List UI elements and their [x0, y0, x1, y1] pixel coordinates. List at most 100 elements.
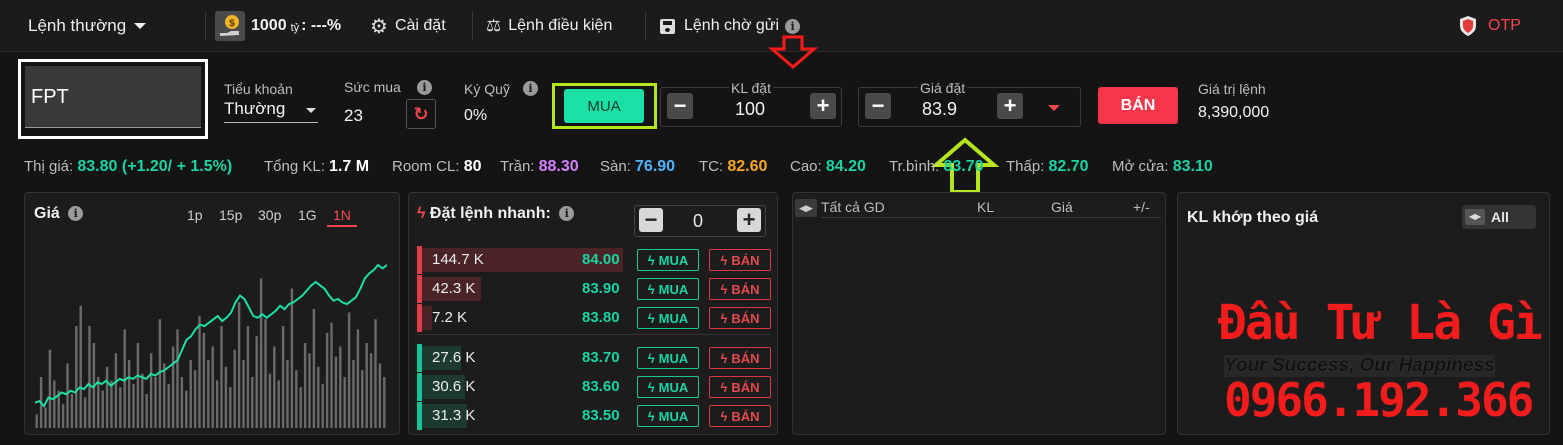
volume-bar: [277, 380, 280, 428]
volume-bar: [198, 315, 201, 428]
row-volume: 7.2 K: [432, 309, 468, 326]
shield-icon: [1458, 15, 1478, 37]
range-tab-30p[interactable]: 30p: [258, 207, 281, 223]
ask-row[interactable]: 42.3 K 83.90 ϟ MUA ϟ BÁN: [417, 275, 777, 303]
volume-bar: [268, 373, 272, 428]
margin-value: 0%: [464, 107, 488, 124]
volume-bar: [339, 346, 342, 428]
quick-buy-button[interactable]: ϟ MUA: [637, 405, 699, 427]
volume-bar: [281, 326, 285, 428]
volume-bar: [312, 309, 316, 428]
volume-bar: [61, 404, 65, 428]
volume-bar: [35, 414, 38, 428]
quick-buy-button[interactable]: ϟ MUA: [637, 307, 699, 329]
quick-buy-button[interactable]: ϟ MUA: [637, 249, 699, 271]
quick-sell-button[interactable]: ϟ BÁN: [709, 307, 771, 329]
volume-bar: [70, 394, 74, 428]
bid-row[interactable]: 31.3 K 83.50 ϟ MUA ϟ BÁN: [417, 402, 777, 430]
volume-bar: [167, 383, 170, 428]
conditional-order-button[interactable]: ⚖ Lệnh điều kiện: [486, 0, 612, 52]
refresh-button[interactable]: ↻: [406, 99, 436, 129]
price-decrease-button[interactable]: −: [865, 93, 891, 119]
volume-bar: [75, 326, 78, 428]
bid-row[interactable]: 30.6 K 83.60 ϟ MUA ϟ BÁN: [417, 373, 777, 401]
range-tab-15p[interactable]: 15p: [219, 207, 242, 223]
ticker-reference: TC: 82.60: [699, 158, 768, 175]
otp-label: OTP: [1488, 17, 1521, 34]
volume-bar: [273, 346, 276, 428]
volume-bar: [79, 305, 82, 428]
volume-bar: [101, 390, 104, 428]
quick-buy-button[interactable]: ϟ MUA: [637, 347, 699, 369]
refresh-icon: ↻: [413, 103, 429, 124]
expand-icon[interactable]: ◀▶: [795, 199, 817, 217]
volume-bar: [105, 366, 109, 428]
ticker-average: Tr.bình: 83.70: [889, 158, 984, 175]
trades-col-all[interactable]: Tất cả GD: [821, 199, 885, 215]
volume-bar: [317, 366, 320, 428]
quantity-increase-button[interactable]: +: [810, 93, 836, 119]
buy-button[interactable]: MUA: [564, 89, 644, 123]
volume-bar: [352, 360, 355, 428]
bid-row[interactable]: 27.6 K 83.70 ϟ MUA ϟ BÁN: [417, 344, 777, 372]
fast-qty-increase-button[interactable]: +: [737, 207, 761, 232]
subaccount-select[interactable]: Thường: [224, 99, 318, 123]
ask-row[interactable]: 7.2 K 83.80 ϟ MUA ϟ BÁN: [417, 304, 777, 332]
info-icon[interactable]: i: [523, 81, 538, 96]
info-icon[interactable]: i: [785, 18, 801, 34]
volume-bar: [303, 343, 307, 428]
fast-qty-stepper[interactable]: − 0 +: [634, 205, 766, 237]
price-type-dropdown[interactable]: [1034, 95, 1074, 121]
quick-sell-button[interactable]: ϟ BÁN: [709, 376, 771, 398]
volume-bar: [202, 332, 206, 428]
price-volume-chart: [35, 263, 387, 428]
balance-display[interactable]: $ 1000 tỷ : ---%: [215, 0, 341, 52]
symbol-input[interactable]: FPT: [18, 59, 208, 139]
range-tab-1n[interactable]: 1N: [327, 207, 357, 227]
quick-sell-button[interactable]: ϟ BÁN: [709, 347, 771, 369]
trades-col-change: +/-: [1133, 199, 1150, 215]
range-tab-1p[interactable]: 1p: [187, 207, 203, 223]
volume-bar: [97, 377, 100, 428]
volume-bar: [189, 360, 192, 428]
quick-sell-button[interactable]: ϟ BÁN: [709, 249, 771, 271]
range-tab-1g[interactable]: 1G: [298, 207, 317, 223]
lightning-icon: ϟ: [720, 408, 728, 424]
ticker-open: Mở cửa: 83.10: [1112, 158, 1213, 175]
quick-buy-button[interactable]: ϟ MUA: [637, 278, 699, 300]
coin-hand-icon: $: [215, 11, 245, 41]
otp-button[interactable]: OTP: [1458, 0, 1521, 52]
volume-bar: [295, 370, 298, 428]
volume-bar: [246, 326, 250, 428]
match-filter-toggle[interactable]: ◀▶ All: [1462, 205, 1536, 229]
quick-buy-button[interactable]: ϟ MUA: [637, 376, 699, 398]
subaccount-value: Thường: [224, 99, 286, 118]
quick-sell-button[interactable]: ϟ BÁN: [709, 278, 771, 300]
sell-button[interactable]: BÁN: [1098, 87, 1178, 124]
quick-sell-button[interactable]: ϟ BÁN: [709, 405, 771, 427]
price-increase-button[interactable]: +: [997, 93, 1023, 119]
svg-text:$: $: [229, 18, 236, 29]
volume-bar: [207, 360, 210, 428]
buying-power-value: 23: [344, 106, 363, 125]
sell-label: BÁN: [1120, 96, 1156, 114]
fast-qty-value: 0: [693, 211, 704, 231]
quantity-decrease-button[interactable]: −: [667, 93, 693, 119]
volume-bar: [88, 326, 91, 428]
lightning-icon: ϟ: [720, 350, 728, 366]
trades-col-price: Giá: [1051, 199, 1073, 215]
volume-bar: [119, 387, 122, 428]
info-icon[interactable]: i: [417, 80, 432, 95]
fast-qty-decrease-button[interactable]: −: [639, 207, 663, 232]
volume-bar: [255, 336, 258, 428]
volume-bar: [299, 387, 302, 428]
volume-bar: [325, 332, 329, 428]
volume-fill: [422, 306, 432, 330]
ask-row[interactable]: 144.7 K 84.00 ϟ MUA ϟ BÁN: [417, 246, 777, 274]
info-icon[interactable]: i: [68, 206, 84, 221]
settings-button[interactable]: ⚙ Cài đặt: [370, 0, 446, 52]
balance-amount: 1000: [251, 17, 287, 34]
ticker-last-price: Thị giá: 83.80 (+1.20/ + 1.5%): [24, 158, 233, 175]
info-icon[interactable]: i: [559, 206, 575, 221]
order-type-dropdown[interactable]: Lệnh thường: [28, 0, 147, 52]
